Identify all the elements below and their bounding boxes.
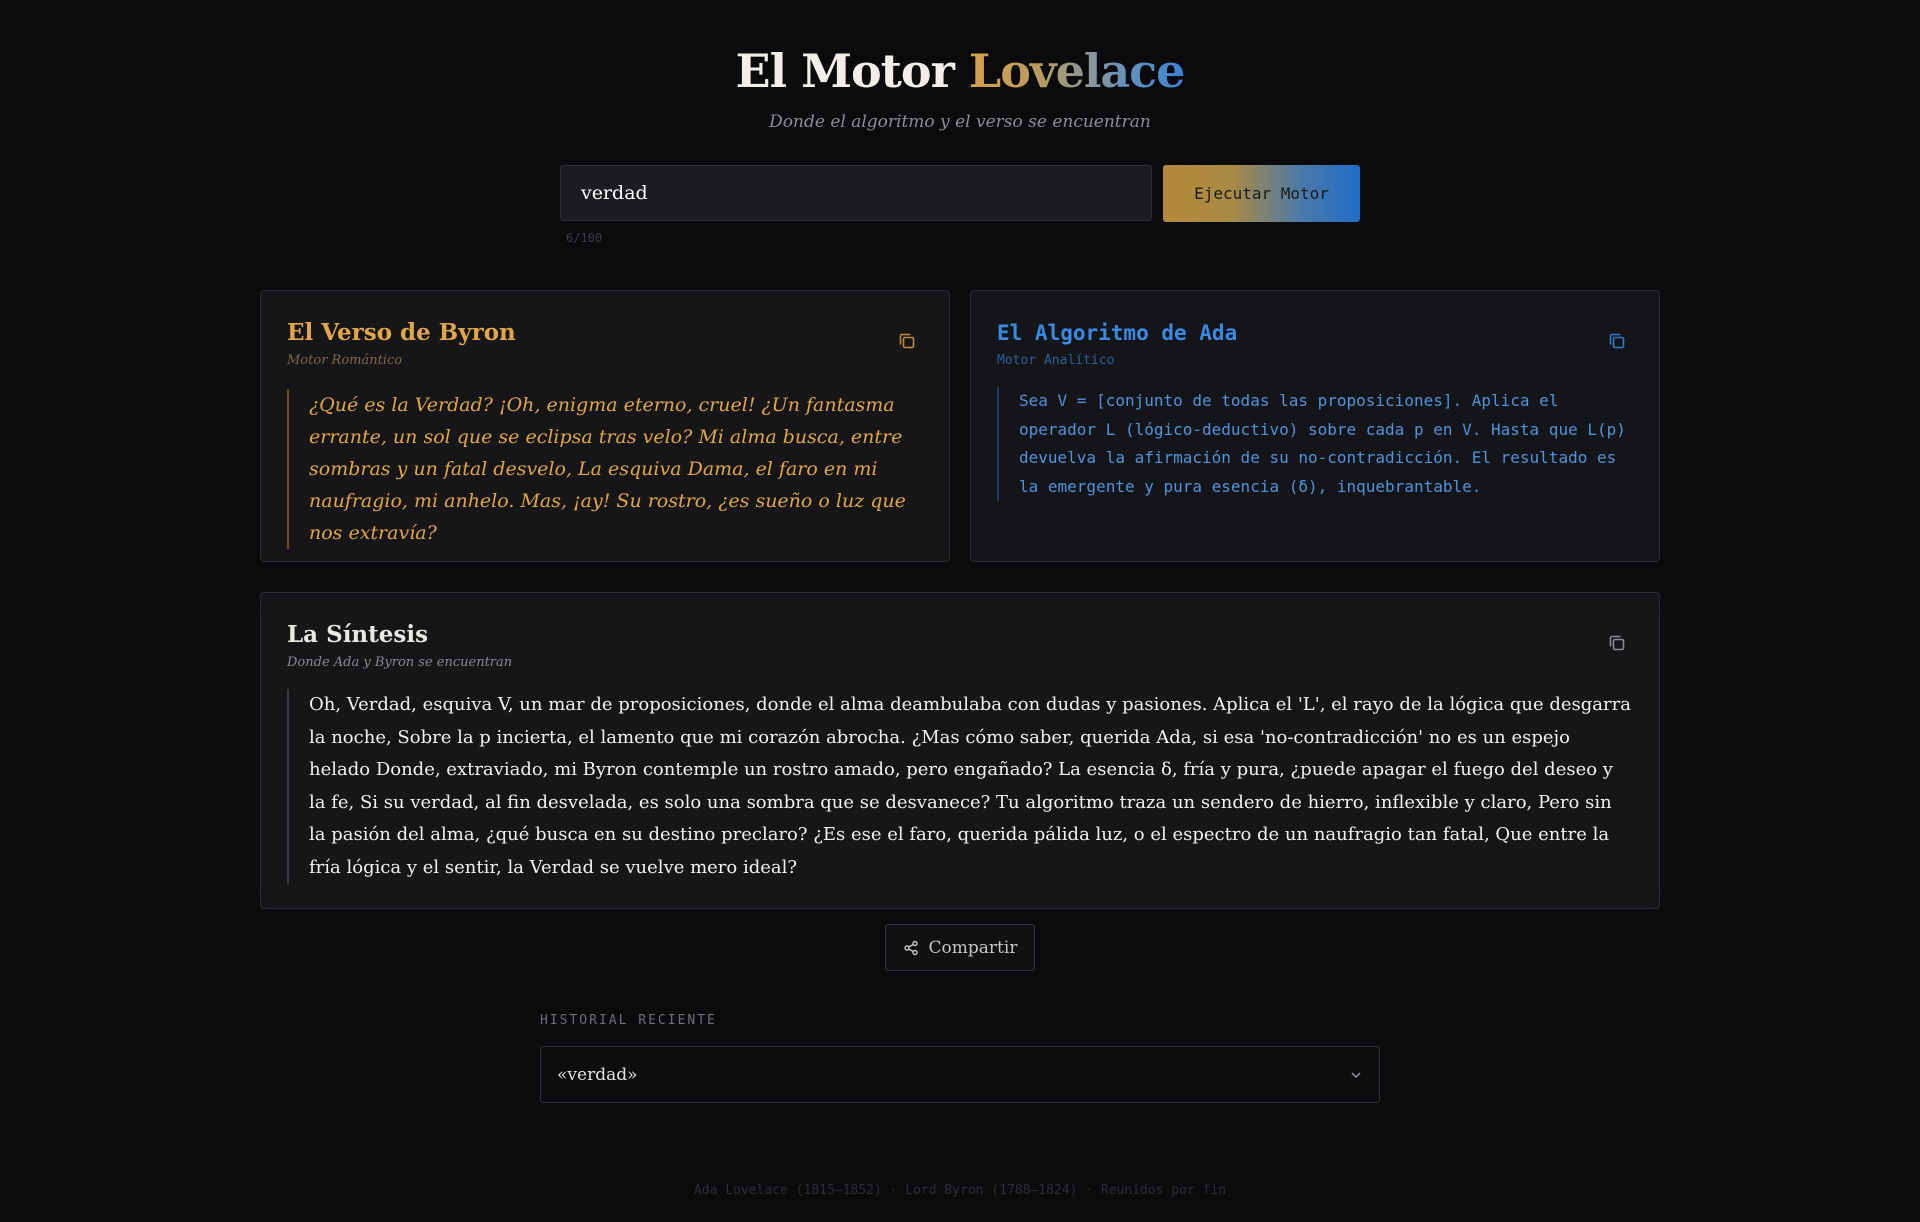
- title-accent: Lovelace: [968, 44, 1186, 98]
- ada-card-title: El Algoritmo de Ada: [997, 321, 1238, 345]
- copy-icon[interactable]: [1607, 633, 1627, 653]
- copy-icon[interactable]: [1607, 331, 1627, 351]
- history-selected-value: «verdad»: [557, 1064, 638, 1085]
- title-main: El Motor: [735, 44, 955, 98]
- copy-icon[interactable]: [897, 331, 917, 351]
- page-title: El Motor Lovelace: [0, 44, 1920, 98]
- share-label: Compartir: [928, 937, 1018, 958]
- page: El Motor Lovelace Donde el algoritmo y e…: [0, 0, 1920, 1222]
- synthesis-card-subtitle: Donde Ada y Byron se encuentran: [287, 655, 513, 670]
- footer-credits: Ada Lovelace (1815–1852) · Lord Byron (1…: [693, 1183, 1227, 1198]
- history-label: HISTORIAL RECIENTE: [540, 1013, 717, 1028]
- search-input[interactable]: [560, 165, 1152, 221]
- share-button[interactable]: Compartir: [885, 924, 1035, 971]
- byron-card-subtitle: Motor Romántico: [287, 353, 403, 368]
- byron-verse-card: El Verso de Byron Motor Romántico ¿Qué e…: [260, 290, 950, 562]
- synthesis-card-title: La Síntesis: [287, 621, 429, 648]
- byron-verse-text: ¿Qué es la Verdad? ¡Oh, enigma eterno, c…: [287, 389, 923, 549]
- header: El Motor Lovelace Donde el algoritmo y e…: [0, 44, 1920, 132]
- ada-algorithm-card: El Algoritmo de Ada Motor Analítico Sea …: [970, 290, 1660, 562]
- char-counter: 6/100: [566, 231, 603, 245]
- chevron-down-icon: [1351, 1071, 1361, 1078]
- share-icon: [903, 940, 918, 955]
- search-row: Ejecutar Motor: [560, 165, 1360, 223]
- synthesis-card: La Síntesis Donde Ada y Byron se encuent…: [260, 592, 1660, 909]
- history-select[interactable]: «verdad»: [540, 1046, 1380, 1103]
- synthesis-text: Oh, Verdad, esquiva V, un mar de proposi…: [287, 689, 1633, 884]
- ada-algorithm-text: Sea V = [conjunto de todas las proposici…: [997, 387, 1633, 501]
- byron-card-title: El Verso de Byron: [287, 319, 516, 346]
- ada-card-subtitle: Motor Analítico: [997, 353, 1115, 368]
- page-subtitle: Donde el algoritmo y el verso se encuent…: [769, 112, 1151, 132]
- run-engine-button[interactable]: Ejecutar Motor: [1163, 165, 1360, 222]
